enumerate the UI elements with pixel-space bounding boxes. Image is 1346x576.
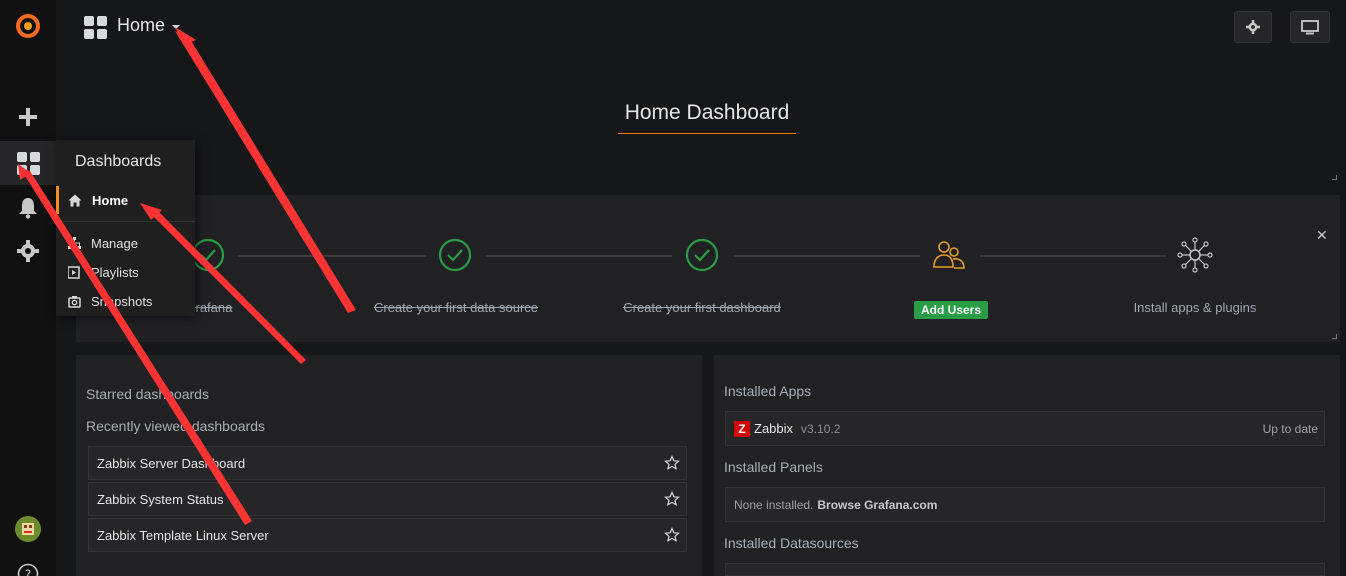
step-create-data-source[interactable]: Create your first data source (356, 300, 556, 315)
installed-apps-title: Installed Apps (724, 383, 812, 399)
close-icon[interactable]: ✕ (1316, 227, 1328, 244)
dashboard-grid-icon (84, 16, 107, 39)
flyout-item-home[interactable]: Home (56, 186, 195, 214)
recent-dashboards-title: Recently viewed dashboards (86, 418, 265, 434)
app-update-status: Up to date (1262, 421, 1318, 436)
create-plus-icon[interactable] (0, 95, 56, 139)
users-icon (933, 241, 965, 269)
flyout-home-label: Home (92, 192, 129, 208)
installed-panels-card: None installed. Browse Grafana.com (725, 487, 1325, 522)
app-card-zabbix[interactable]: Z Zabbix v3.10.2 Up to date (725, 411, 1325, 446)
browse-grafana-link[interactable]: Browse Grafana.com (817, 498, 937, 512)
step-connector (980, 255, 1166, 257)
check-circle-icon (685, 238, 719, 272)
installed-datasources-title: Installed Datasources (724, 535, 859, 551)
dashboard-picker-label: Home (117, 15, 166, 35)
plugins-icon (1177, 237, 1213, 273)
view-mode-button[interactable] (1290, 11, 1330, 43)
dashboard-list-item[interactable]: Zabbix System Status (88, 482, 687, 516)
dashboard-item-label: Zabbix Server Dashboard (97, 455, 246, 471)
star-icon[interactable] (664, 491, 680, 507)
app-name: Zabbix (754, 421, 794, 436)
check-circle-icon (191, 238, 225, 272)
panel-resize-handle[interactable] (1332, 175, 1337, 180)
flyout-playlists-label: Playlists (91, 264, 139, 280)
panels-none-text: None installed. (734, 497, 814, 512)
home-dashboard-title: Home Dashboard (618, 101, 796, 134)
star-icon[interactable] (664, 527, 680, 543)
side-menu: ? (0, 0, 56, 576)
dashboard-item-label: Zabbix System Status (97, 491, 224, 507)
svg-text:?: ? (25, 568, 31, 576)
installed-datasources-card (725, 563, 1325, 576)
starred-dashboards-title: Starred dashboards (86, 386, 209, 402)
camera-icon (67, 294, 81, 308)
installed-panels-title: Installed Panels (724, 459, 823, 475)
help-icon[interactable]: ? (0, 552, 56, 576)
add-users-button[interactable]: Add Users (914, 301, 989, 319)
step-create-dashboard[interactable]: Create your first dashboard (602, 300, 802, 315)
star-icon[interactable] (664, 455, 680, 471)
home-icon (68, 194, 82, 206)
sitemap-icon (67, 236, 81, 250)
monitor-icon (1301, 19, 1319, 34)
bell-alerting-icon[interactable] (0, 186, 56, 230)
user-avatar[interactable] (0, 507, 56, 551)
check-circle-icon (438, 238, 472, 272)
dashboard-picker[interactable]: Home (117, 15, 181, 36)
dashboard-item-label: Zabbix Template Linux Server (97, 527, 269, 543)
flyout-title: Dashboards (75, 153, 162, 170)
panel-resize-handle[interactable] (1332, 334, 1337, 339)
flyout-item-playlists[interactable]: Playlists (56, 260, 195, 284)
dashboard-list-item[interactable]: Zabbix Server Dashboard (88, 446, 687, 480)
zabbix-logo-icon: Z (734, 420, 750, 437)
flyout-snapshots-label: Snapshots (91, 293, 153, 309)
gear-icon (1246, 20, 1260, 34)
flyout-item-snapshots[interactable]: Snapshots (56, 289, 195, 313)
flyout-divider (56, 221, 195, 222)
app-version: v3.10.2 (801, 421, 841, 436)
step-install-apps[interactable]: Install apps & plugins (1110, 300, 1280, 315)
dashboards-icon[interactable] (0, 141, 56, 185)
flyout-manage-label: Manage (91, 235, 138, 251)
flyout-item-manage[interactable]: Manage (56, 231, 195, 255)
dashboard-settings-button[interactable] (1234, 11, 1272, 43)
gear-configuration-icon[interactable] (0, 229, 56, 273)
step-connector (238, 255, 426, 257)
dashboards-flyout-menu: Dashboards Home Manage Playlists Snapsho… (56, 140, 195, 316)
dashboard-list-item[interactable]: Zabbix Template Linux Server (88, 518, 687, 552)
top-navbar: Home (56, 0, 1346, 52)
step-connector (486, 255, 672, 257)
chevron-down-icon (172, 25, 181, 29)
playlist-icon (67, 265, 81, 279)
grafana-logo-icon[interactable] (0, 4, 56, 48)
step-connector (734, 255, 920, 257)
